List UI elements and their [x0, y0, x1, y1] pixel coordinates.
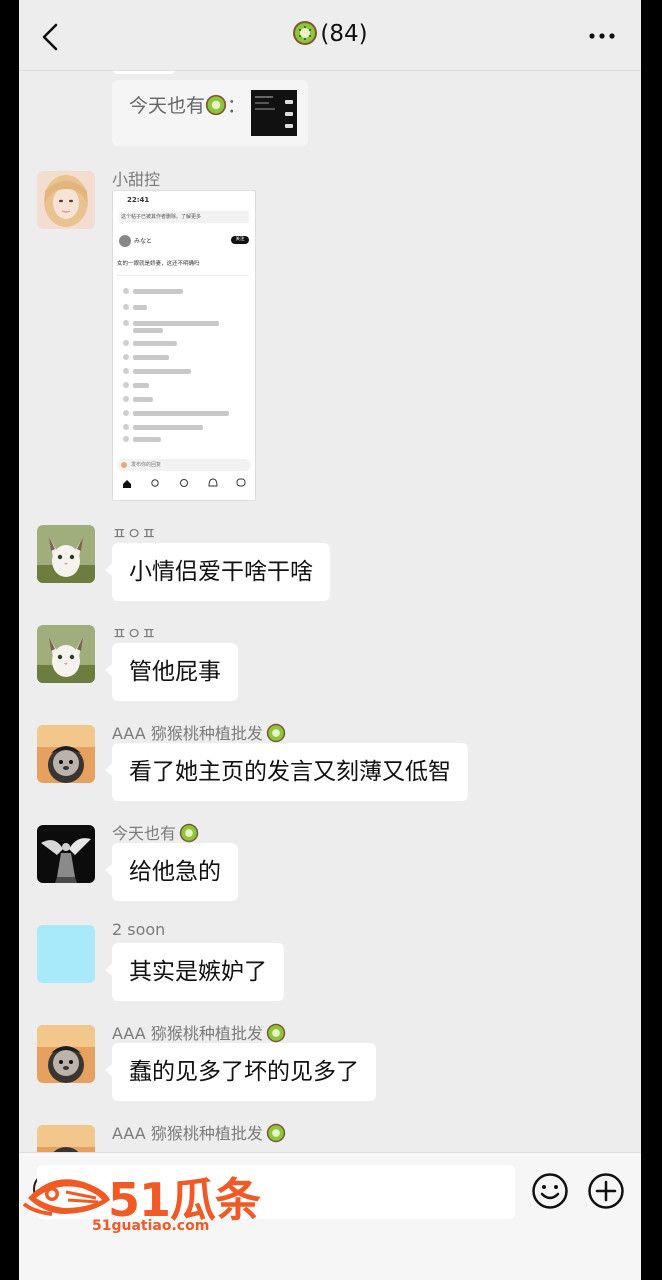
screenshot-user: みなと	[134, 238, 153, 245]
left-black-border	[0, 0, 19, 1280]
sender-name: AAA 猕猴桃种植批发	[112, 1120, 286, 1144]
emoji-icon[interactable]	[531, 1172, 569, 1210]
kiwi-icon	[266, 723, 286, 743]
message-bubble[interactable]: 管他屁事	[105, 643, 238, 701]
cat-avatar-image	[37, 625, 95, 683]
chat-header: (84)	[19, 0, 641, 71]
plus-icon[interactable]	[587, 1172, 625, 1210]
sender-name: AAA 猕猴桃种植批发	[112, 1020, 286, 1044]
chat-title: (84)	[19, 20, 641, 47]
avatar[interactable]	[37, 171, 95, 229]
message-row: 今天也有 给他急的	[19, 820, 641, 910]
message-bubble[interactable]: 其实是嫉妒了	[105, 943, 284, 1001]
message-bubble[interactable]: 蠢的见多了坏的见多了	[105, 1043, 376, 1101]
message-row: ㅍㅇㅍ 管他屁事	[19, 620, 641, 710]
avatar[interactable]	[37, 625, 95, 683]
message-row: 2 soon 其实是嫉妒了	[19, 920, 641, 1010]
avatar[interactable]	[37, 725, 95, 783]
cat-avatar-image	[37, 525, 95, 583]
kiwi-icon	[179, 823, 199, 843]
kiwi-icon	[205, 94, 227, 116]
kiwi-icon	[293, 21, 318, 45]
sender-name: 小甜控	[112, 170, 161, 189]
figure-avatar-image	[37, 825, 95, 883]
screenshot-thread	[117, 275, 249, 444]
message-row: AAA 猕猴桃种植批发 蠢的见多了坏的见多了	[19, 1020, 641, 1110]
watermark-logo: 51瓜条 51guatiao.com	[22, 1160, 262, 1240]
message-bubble[interactable]: 小情侣爱干啥干啥	[105, 543, 330, 601]
screenshot-reply-box: 发布你的回复	[117, 459, 251, 471]
chat-screen: (84) 今天也有： 小甜控 22:41 这个帖子已被其作者删除。了解更多 みな…	[0, 0, 662, 1280]
kiwi-icon	[266, 1123, 286, 1143]
group-member-count: (84)	[320, 21, 368, 47]
watermark-url: 51guatiao.com	[92, 1218, 210, 1234]
fish-logo-icon	[22, 1179, 110, 1216]
more-icon[interactable]	[587, 26, 617, 46]
quoted-message[interactable]: 今天也有：	[112, 80, 308, 146]
seal-avatar-image	[37, 725, 95, 783]
message-bubble[interactable]: 看了她主页的发言又刻薄又低智	[105, 743, 468, 801]
sender-name: AAA 猕猴桃种植批发	[112, 720, 286, 744]
message-bubble[interactable]: 给他急的	[105, 843, 238, 901]
screenshot-tabbar	[123, 478, 246, 488]
avatar[interactable]	[37, 925, 95, 983]
message-row: ㅍㅇㅍ 小情侣爱干啥干啥	[19, 520, 641, 610]
sender-name: 今天也有	[112, 820, 199, 844]
screenshot-time: 22:41	[127, 196, 150, 204]
avatar[interactable]	[37, 525, 95, 583]
screenshot-follow: 关注	[231, 236, 249, 244]
sender-name: ㅍㅇㅍ	[112, 624, 157, 643]
sender-name: ㅍㅇㅍ	[112, 524, 157, 543]
sender-name: 2 soon	[112, 920, 166, 939]
quoted-text: 今天也有：	[129, 94, 247, 117]
kiwi-icon	[266, 1023, 286, 1043]
message-row: AAA 猕猴桃种植批发 看了她主页的发言又刻薄又低智	[19, 720, 641, 810]
screenshot-notice: 这个帖子已被其作者删除。了解更多	[119, 211, 249, 223]
avatar[interactable]	[37, 825, 95, 883]
screenshot-avatar	[119, 235, 131, 247]
screenshot-image[interactable]: 22:41 这个帖子已被其作者删除。了解更多 みなと 关注 女的一眼就是娇妻，这…	[112, 190, 256, 501]
seal-avatar-image	[37, 1025, 95, 1083]
right-black-border	[641, 0, 662, 1280]
quoted-image-thumbnail[interactable]	[251, 90, 297, 136]
avatar[interactable]	[37, 1025, 95, 1083]
screenshot-post: 女的一眼就是娇妻，这还不明确吗	[117, 261, 200, 267]
